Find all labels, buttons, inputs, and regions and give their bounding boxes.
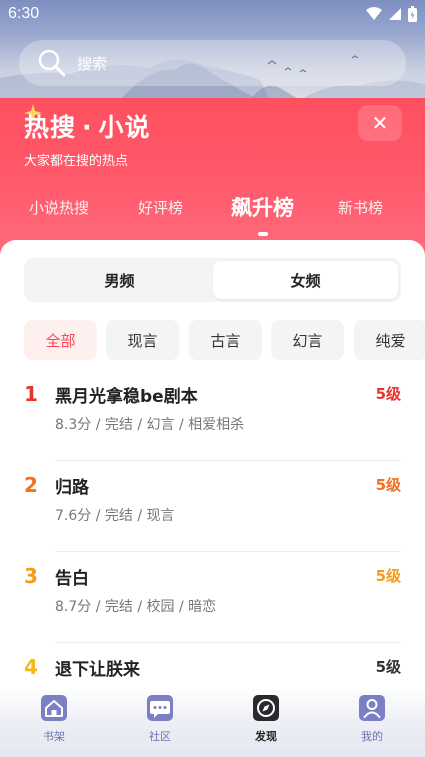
discover-compass-icon	[253, 695, 279, 721]
nav-profile[interactable]: 我的	[342, 688, 402, 748]
cellular-signal-icon	[389, 8, 401, 20]
search-icon	[38, 49, 66, 77]
genre-filter-chips: 全部 现言 古言 幻言 纯爱	[24, 320, 425, 360]
hot-search-title: 热搜 · 小说	[24, 108, 151, 144]
profile-user-icon	[359, 695, 385, 721]
hot-title-category: 小说	[98, 113, 151, 142]
book-row[interactable]: 1 黑月光拿稳be剧本 8.3分 / 完结 / 幻言 / 相爱相杀 5级	[0, 370, 425, 461]
book-rank: 3	[24, 564, 38, 588]
tab-top-rated[interactable]: 好评榜	[138, 190, 183, 226]
book-row[interactable]: 2 归路 7.6分 / 完结 / 现言 5级	[0, 461, 425, 552]
tab-new-books[interactable]: 新书榜	[338, 190, 383, 226]
book-level: 5级	[375, 567, 401, 585]
book-title: 退下让朕来	[55, 660, 140, 680]
gender-male-option[interactable]: 男频	[27, 261, 212, 299]
gender-female-option[interactable]: 女频	[213, 261, 398, 299]
book-title: 黑月光拿稳be剧本	[55, 387, 198, 407]
hot-search-subtitle: 大家都在搜的热点	[24, 154, 129, 169]
community-chat-icon	[147, 695, 173, 721]
tab-active-indicator	[258, 232, 268, 236]
hot-title-main: 热搜	[24, 113, 77, 142]
close-icon: ✕	[371, 111, 389, 135]
nav-label: 发现	[255, 730, 277, 743]
book-level: 5级	[375, 658, 401, 676]
book-row[interactable]: 3 告白 8.7分 / 完结 / 校园 / 暗恋 5级	[0, 552, 425, 643]
close-button[interactable]: ✕	[358, 105, 402, 141]
nav-bookshelf[interactable]: 书架	[24, 688, 84, 748]
ranking-panel: 男频 女频 全部 现言 古言 幻言 纯爱 1 黑月光拿稳be剧本 8.3分 / …	[0, 240, 425, 757]
bottom-navigation: 书架 社区 发现 我的	[0, 688, 425, 757]
book-level: 5级	[375, 385, 401, 403]
wifi-icon	[366, 7, 382, 20]
book-meta: 7.6分 / 完结 / 现言	[55, 508, 175, 524]
status-time: 6:30	[8, 5, 40, 22]
hot-title-separator: ·	[82, 113, 93, 142]
nav-label: 我的	[361, 730, 383, 743]
book-rank: 2	[24, 473, 38, 497]
tab-rising[interactable]: 飙升榜	[231, 190, 294, 226]
book-meta: 8.7分 / 完结 / 校园 / 暗恋	[55, 599, 217, 615]
book-title: 归路	[55, 478, 89, 498]
nav-label: 社区	[149, 730, 171, 743]
nav-discover[interactable]: 发现	[236, 688, 296, 748]
genre-chip-all[interactable]: 全部	[24, 320, 97, 360]
book-level: 5级	[375, 476, 401, 494]
battery-charging-icon	[408, 6, 417, 22]
genre-chip-fantasy-romance[interactable]: 幻言	[271, 320, 344, 360]
tab-novel-hot[interactable]: 小说热搜	[29, 190, 89, 226]
genre-chip-ancient-romance[interactable]: 古言	[189, 320, 262, 360]
book-title: 告白	[55, 569, 89, 589]
book-meta: 8.3分 / 完结 / 幻言 / 相爱相杀	[55, 417, 245, 433]
gender-toggle: 男频 女频	[24, 258, 401, 302]
nav-label: 书架	[43, 730, 65, 743]
search-bar[interactable]: 搜索	[19, 40, 406, 86]
ranking-tabs: 小说热搜 好评榜 飙升榜 新书榜	[0, 190, 425, 230]
nav-community[interactable]: 社区	[130, 688, 190, 748]
genre-chip-modern-romance[interactable]: 现言	[106, 320, 179, 360]
status-icons	[366, 6, 417, 22]
book-rank: 1	[24, 382, 38, 406]
status-bar: 6:30	[0, 0, 425, 30]
book-rank: 4	[24, 655, 38, 679]
search-placeholder: 搜索	[77, 54, 108, 73]
bookshelf-home-icon	[41, 695, 67, 721]
genre-chip-pure-love[interactable]: 纯爱	[354, 320, 425, 360]
